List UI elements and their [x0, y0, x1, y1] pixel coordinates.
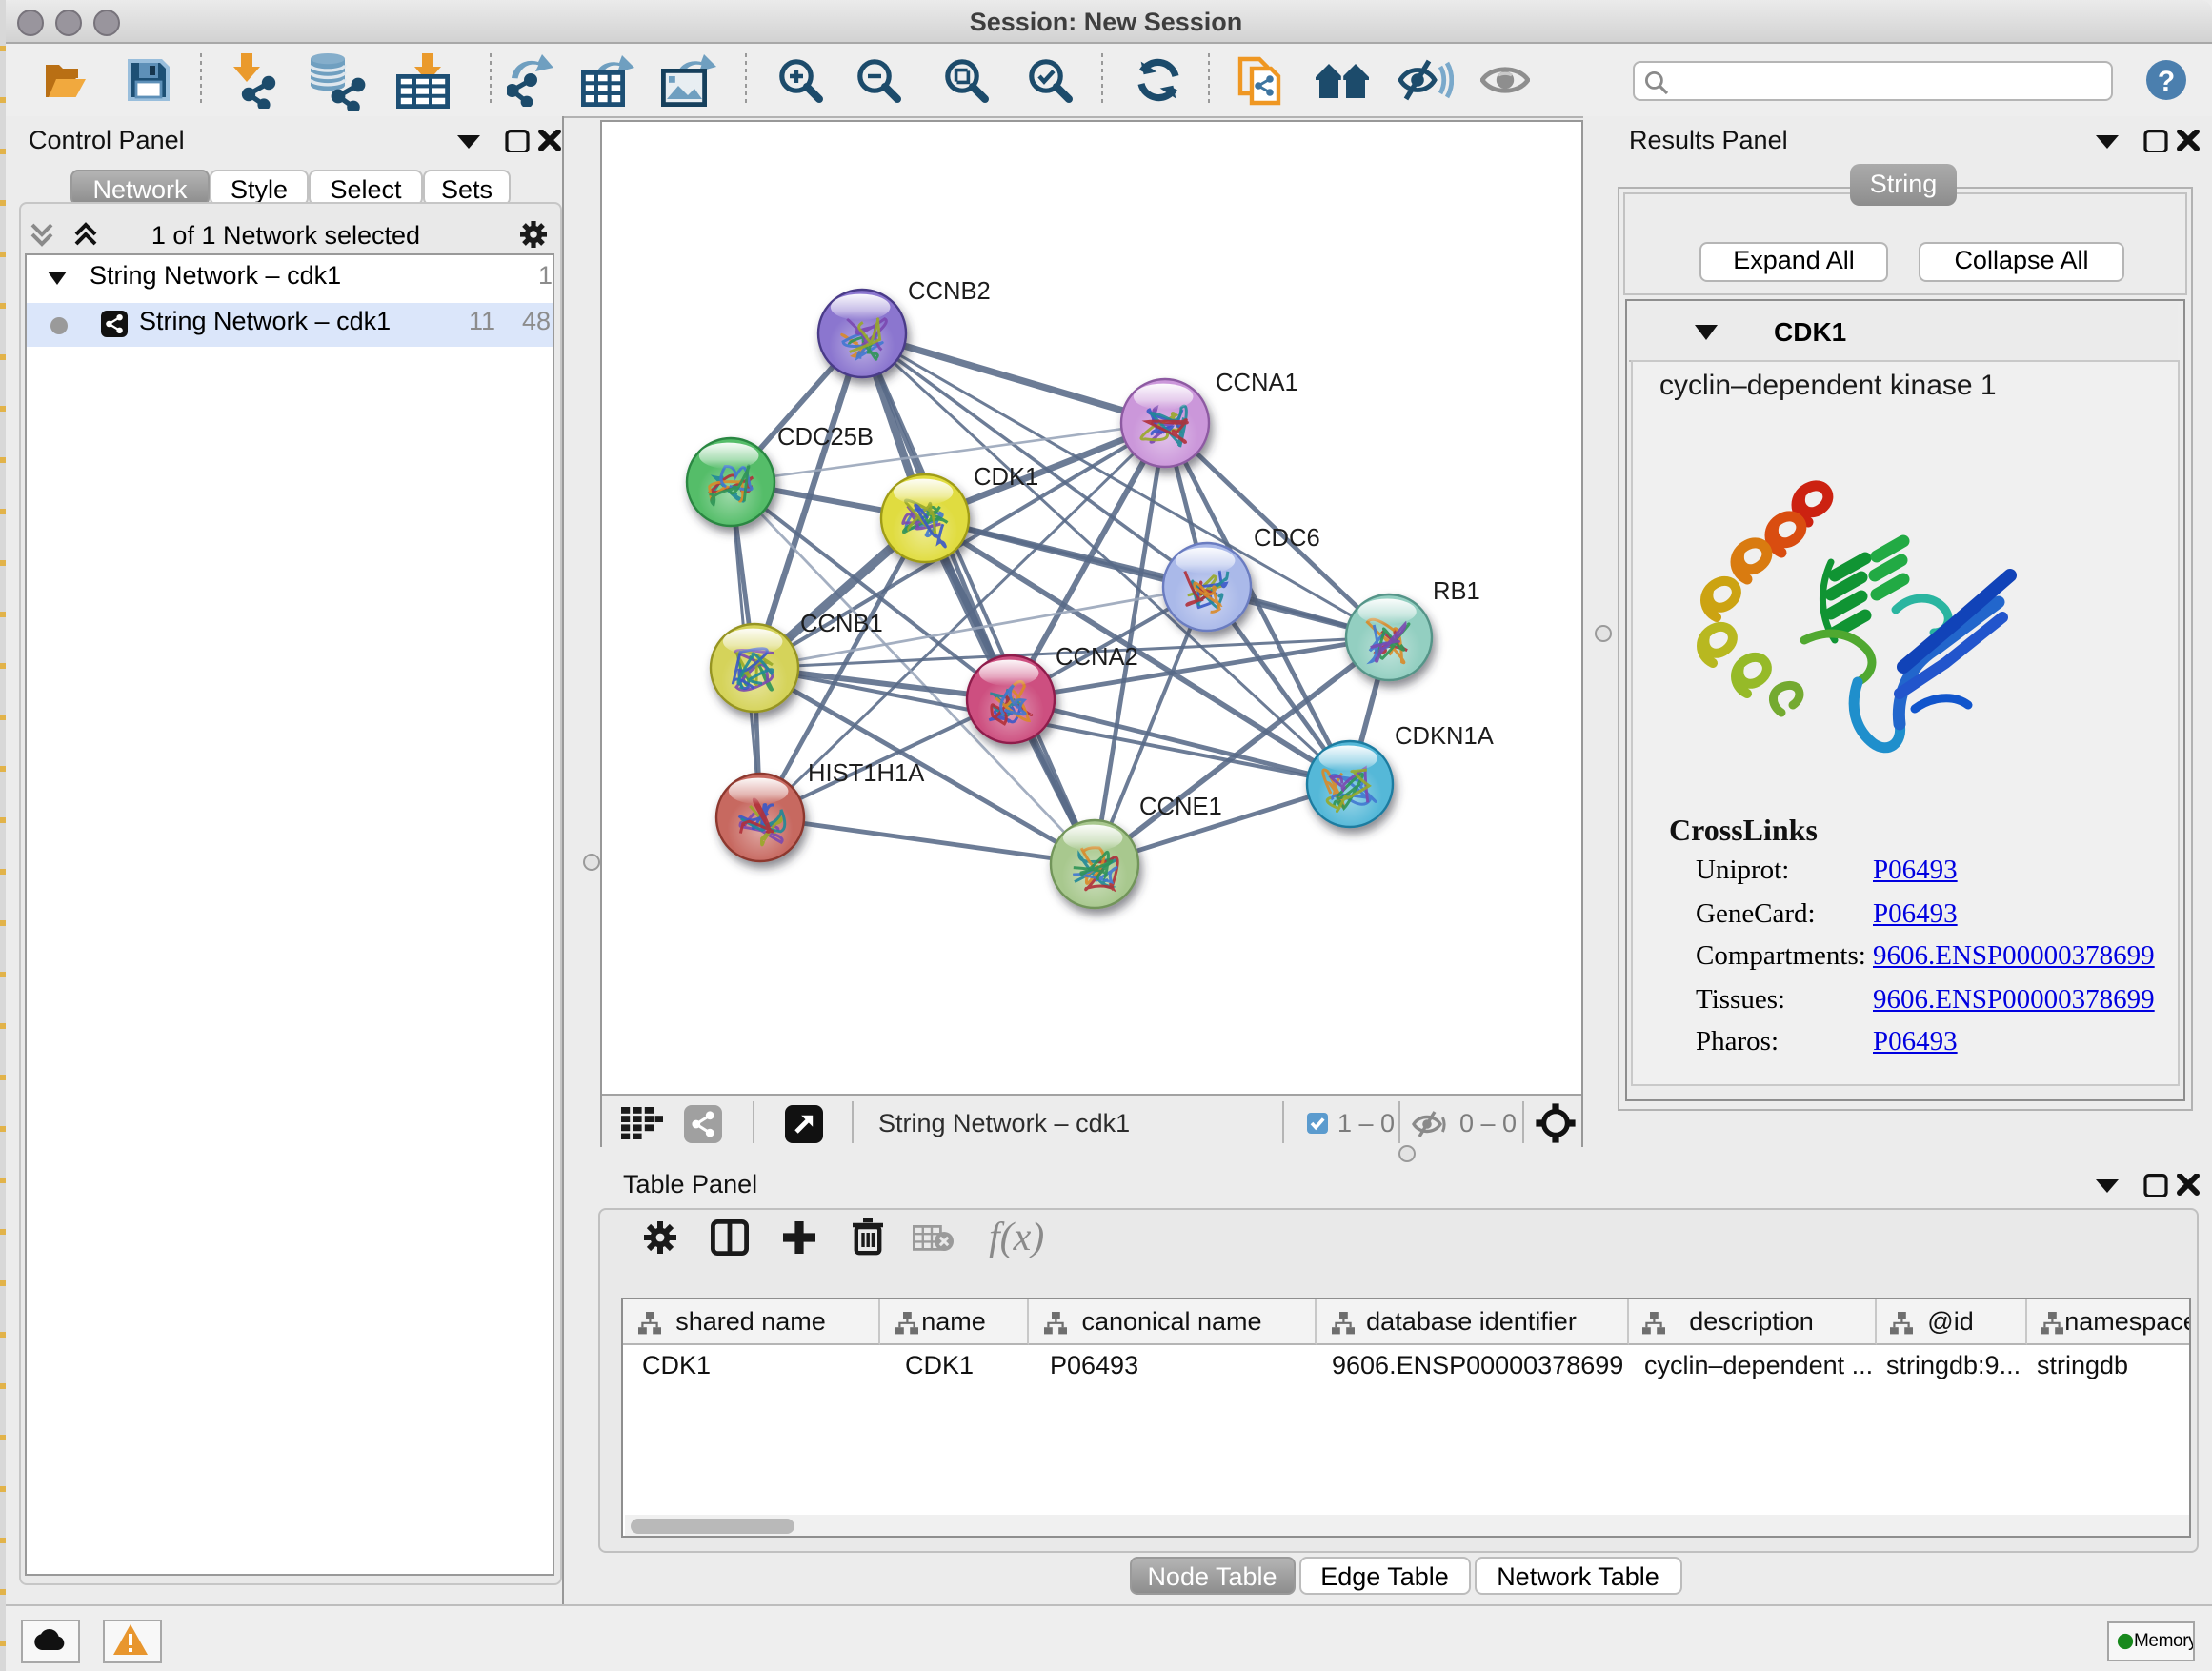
svg-text:CCNE1: CCNE1	[1139, 794, 1222, 820]
svg-text:?: ?	[2158, 66, 2175, 97]
svg-text:CCNB2: CCNB2	[908, 278, 991, 305]
svg-text:RB1: RB1	[1433, 578, 1480, 605]
svg-text:CDKN1A: CDKN1A	[1395, 723, 1495, 750]
svg-text:CCNB1: CCNB1	[800, 611, 883, 637]
svg-text:CDK1: CDK1	[974, 464, 1038, 491]
svg-text:CDC25B: CDC25B	[777, 424, 874, 451]
svg-text:HIST1H1A: HIST1H1A	[808, 760, 925, 787]
svg-text:CDC6: CDC6	[1254, 525, 1320, 552]
svg-text:CCNA1: CCNA1	[1216, 370, 1298, 396]
svg-text:CCNA2: CCNA2	[1056, 644, 1138, 671]
